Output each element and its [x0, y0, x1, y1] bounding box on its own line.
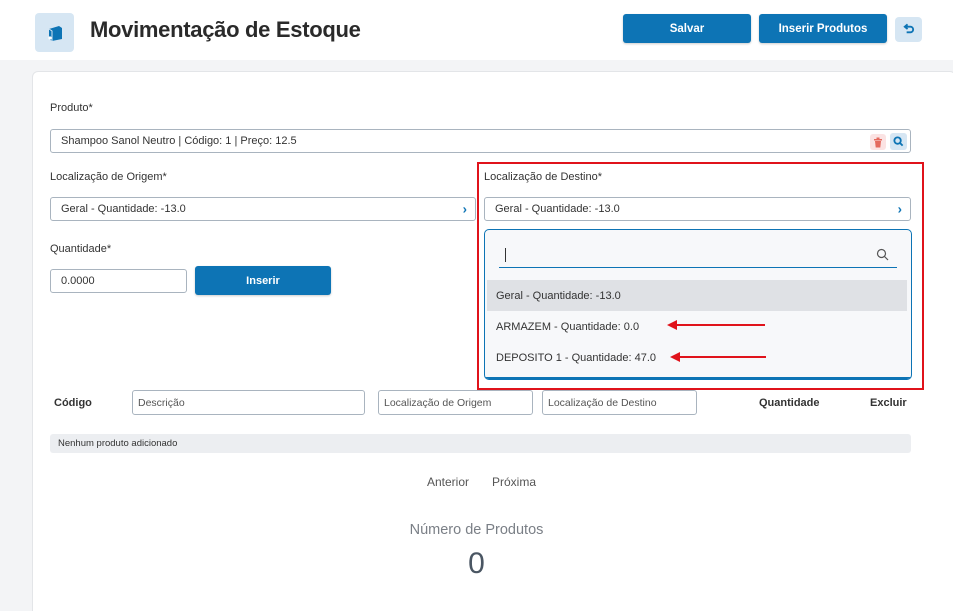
column-header-codigo: Código [54, 397, 92, 409]
filter-origem-input[interactable]: Localização de Origem [378, 390, 533, 415]
pagination-next-link[interactable]: Próxima [492, 475, 536, 489]
trash-icon[interactable] [870, 134, 886, 150]
destination-label: Localização de Destino* [484, 171, 603, 183]
column-header-excluir: Excluir [870, 397, 907, 409]
empty-table-message: Nenhum produto adicionado [50, 434, 911, 453]
origin-label: Localização de Origem* [50, 171, 167, 183]
dropdown-search-input[interactable] [499, 242, 897, 268]
column-header-quantidade: Quantidade [759, 397, 820, 409]
quantity-input[interactable]: 0.0000 [50, 269, 187, 293]
filter-destino-input[interactable]: Localização de Destino [542, 390, 697, 415]
annotation-arrow [667, 320, 765, 330]
annotation-arrow [670, 352, 766, 362]
product-count-label: Número de Produtos [409, 522, 544, 538]
dropdown-bottom-border [485, 377, 911, 379]
product-value: Shampoo Sanol Neutro | Código: 1 | Preço… [61, 135, 297, 147]
product-count-value: 0 [468, 547, 485, 580]
dropdown-option-armazem[interactable]: ARMAZEM - Quantidade: 0.0 [487, 311, 907, 342]
insert-button[interactable]: Inserir [195, 266, 331, 295]
save-button[interactable]: Salvar [623, 14, 751, 43]
chevron-right-icon: › [462, 201, 467, 217]
app-logo-icon [35, 13, 74, 52]
search-icon [876, 248, 889, 261]
quantity-value: 0.0000 [61, 275, 95, 287]
filter-descricao-input[interactable]: Descrição [132, 390, 365, 415]
text-cursor [505, 248, 506, 262]
quantity-label: Quantidade* [50, 243, 112, 255]
page-title: Movimentação de Estoque [90, 17, 361, 42]
dropdown-option-geral[interactable]: Geral - Quantidade: -13.0 [487, 280, 907, 311]
insert-products-button[interactable]: Inserir Produtos [759, 14, 887, 43]
chevron-right-icon: › [897, 201, 902, 217]
origin-value: Geral - Quantidade: -13.0 [61, 203, 186, 215]
product-field[interactable]: Shampoo Sanol Neutro | Código: 1 | Preço… [50, 129, 911, 153]
destination-value: Geral - Quantidade: -13.0 [495, 203, 620, 215]
back-icon[interactable] [895, 17, 922, 42]
origin-select[interactable]: Geral - Quantidade: -13.0 › [50, 197, 476, 221]
search-icon[interactable] [890, 133, 907, 150]
pagination-previous-link[interactable]: Anterior [427, 475, 469, 489]
destination-select[interactable]: Geral - Quantidade: -13.0 › [484, 197, 911, 221]
product-label: Produto* [50, 102, 93, 114]
